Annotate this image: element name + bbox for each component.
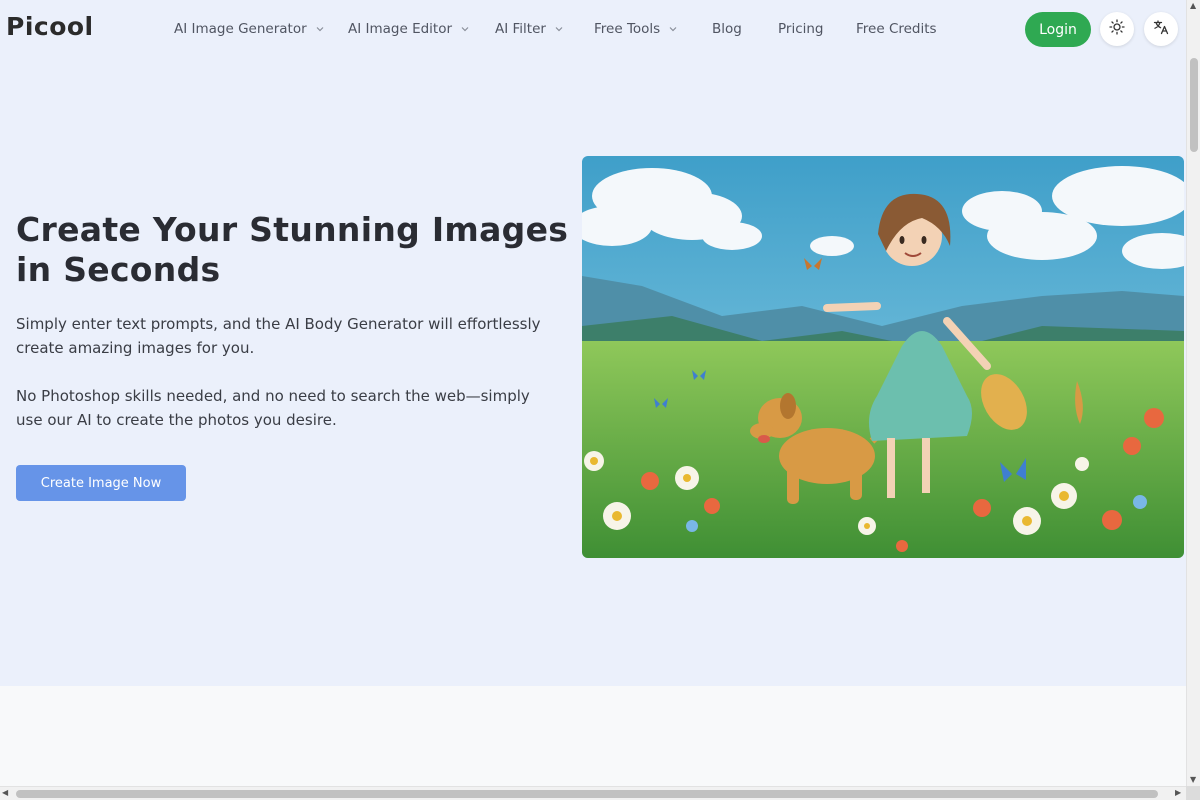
scroll-right-icon[interactable]: ▶ (1175, 789, 1181, 797)
nav-ai-image-editor[interactable]: AI Image Editor (348, 21, 471, 37)
nav-label: Free Credits (856, 21, 937, 37)
nav-label: Pricing (778, 21, 824, 37)
hero-description-secondary: No Photoshop skills needed, and no need … (16, 387, 530, 429)
scroll-up-icon[interactable]: ▲ (1190, 2, 1196, 10)
hero-illustration (582, 156, 1184, 558)
scroll-left-icon[interactable]: ◀ (2, 789, 8, 797)
sun-icon (1109, 19, 1125, 39)
nav-ai-filter[interactable]: AI Filter (495, 21, 565, 37)
scrollbar-corner (1186, 786, 1200, 800)
nav-label: AI Filter (495, 21, 546, 37)
nav-free-credits[interactable]: Free Credits (856, 21, 937, 37)
horizontal-scroll-thumb[interactable] (16, 790, 1158, 798)
nav-blog[interactable]: Blog (712, 21, 742, 37)
hero-section: Create Your Stunning Images in Seconds S… (0, 58, 1186, 686)
logo[interactable]: Picool (6, 12, 94, 41)
hero-title: Create Your Stunning Images in Seconds (16, 210, 569, 289)
chevron-down-icon (667, 23, 679, 35)
translate-icon (1153, 19, 1169, 39)
theme-toggle-button[interactable] (1100, 12, 1134, 46)
content-section (0, 686, 1186, 786)
site-header: Picool AI Image Generator AI Image Edito… (0, 0, 1186, 58)
chevron-down-icon (314, 23, 326, 35)
nav-pricing[interactable]: Pricing (778, 21, 824, 37)
vertical-scrollbar[interactable]: ▲ ▼ (1186, 0, 1200, 786)
nav-label: Free Tools (594, 21, 661, 37)
vertical-scroll-thumb[interactable] (1190, 58, 1198, 152)
nav-free-tools[interactable]: Free Tools (594, 21, 679, 37)
nav-ai-image-generator[interactable]: AI Image Generator (174, 21, 326, 37)
create-image-button[interactable]: Create Image Now (16, 465, 186, 501)
chevron-down-icon (459, 23, 471, 35)
login-button[interactable]: Login (1025, 12, 1091, 47)
horizontal-scrollbar[interactable]: ◀ ▶ (0, 786, 1186, 800)
nav-label: AI Image Generator (174, 21, 307, 37)
language-button[interactable] (1144, 12, 1178, 46)
hero-description: Simply enter text prompts, and the AI Bo… (16, 315, 541, 357)
nav-label: Blog (712, 21, 742, 37)
nav-label: AI Image Editor (348, 21, 453, 37)
chevron-down-icon (553, 23, 565, 35)
scroll-down-icon[interactable]: ▼ (1190, 776, 1196, 784)
